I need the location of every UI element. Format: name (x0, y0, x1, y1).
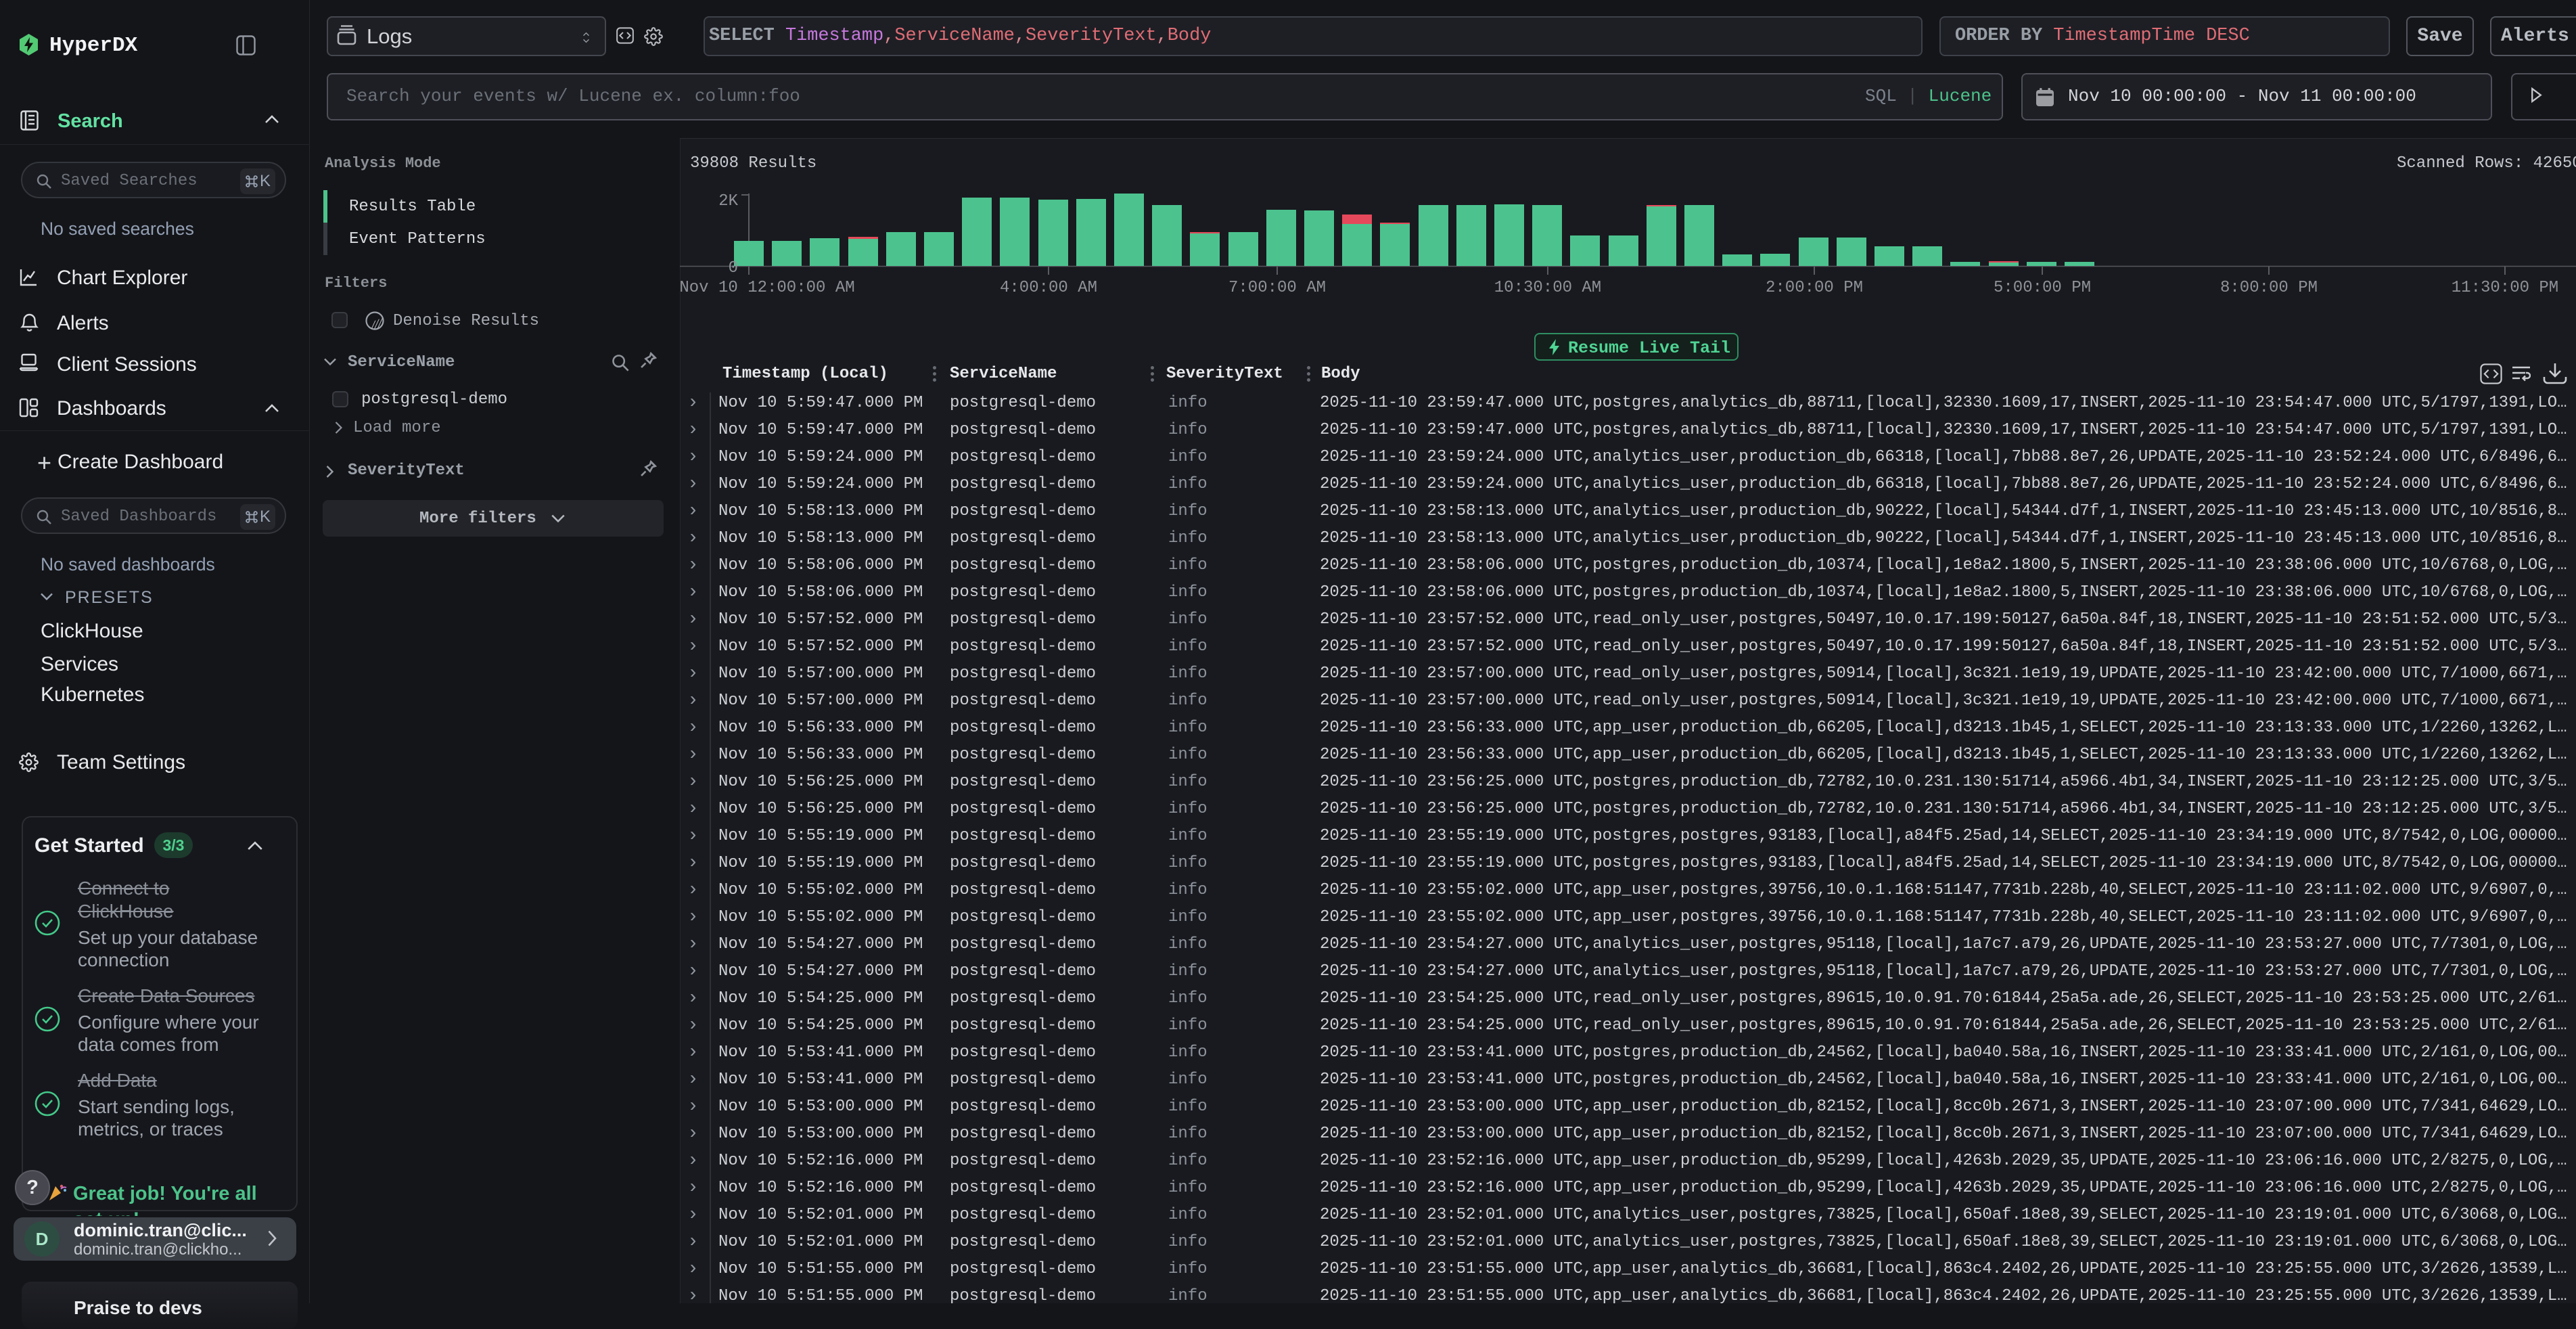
svg-text:0: 0 (729, 259, 738, 277)
svg-text:5:00:00 PM: 5:00:00 PM (1994, 279, 2091, 297)
svg-text:7:00:00 AM: 7:00:00 AM (1228, 279, 1326, 297)
svg-text:2:00:00 PM: 2:00:00 PM (1766, 279, 1863, 297)
svg-text:8:00:00 PM: 8:00:00 PM (2220, 279, 2318, 297)
svg-text:Nov 10 12:00:00 AM: Nov 10 12:00:00 AM (679, 279, 854, 297)
svg-text:2K: 2K (718, 192, 738, 210)
svg-text:10:30:00 AM: 10:30:00 AM (1494, 279, 1601, 297)
svg-text:11:30:00 PM: 11:30:00 PM (2452, 279, 2558, 297)
svg-text:4:00:00 AM: 4:00:00 AM (1000, 279, 1097, 297)
